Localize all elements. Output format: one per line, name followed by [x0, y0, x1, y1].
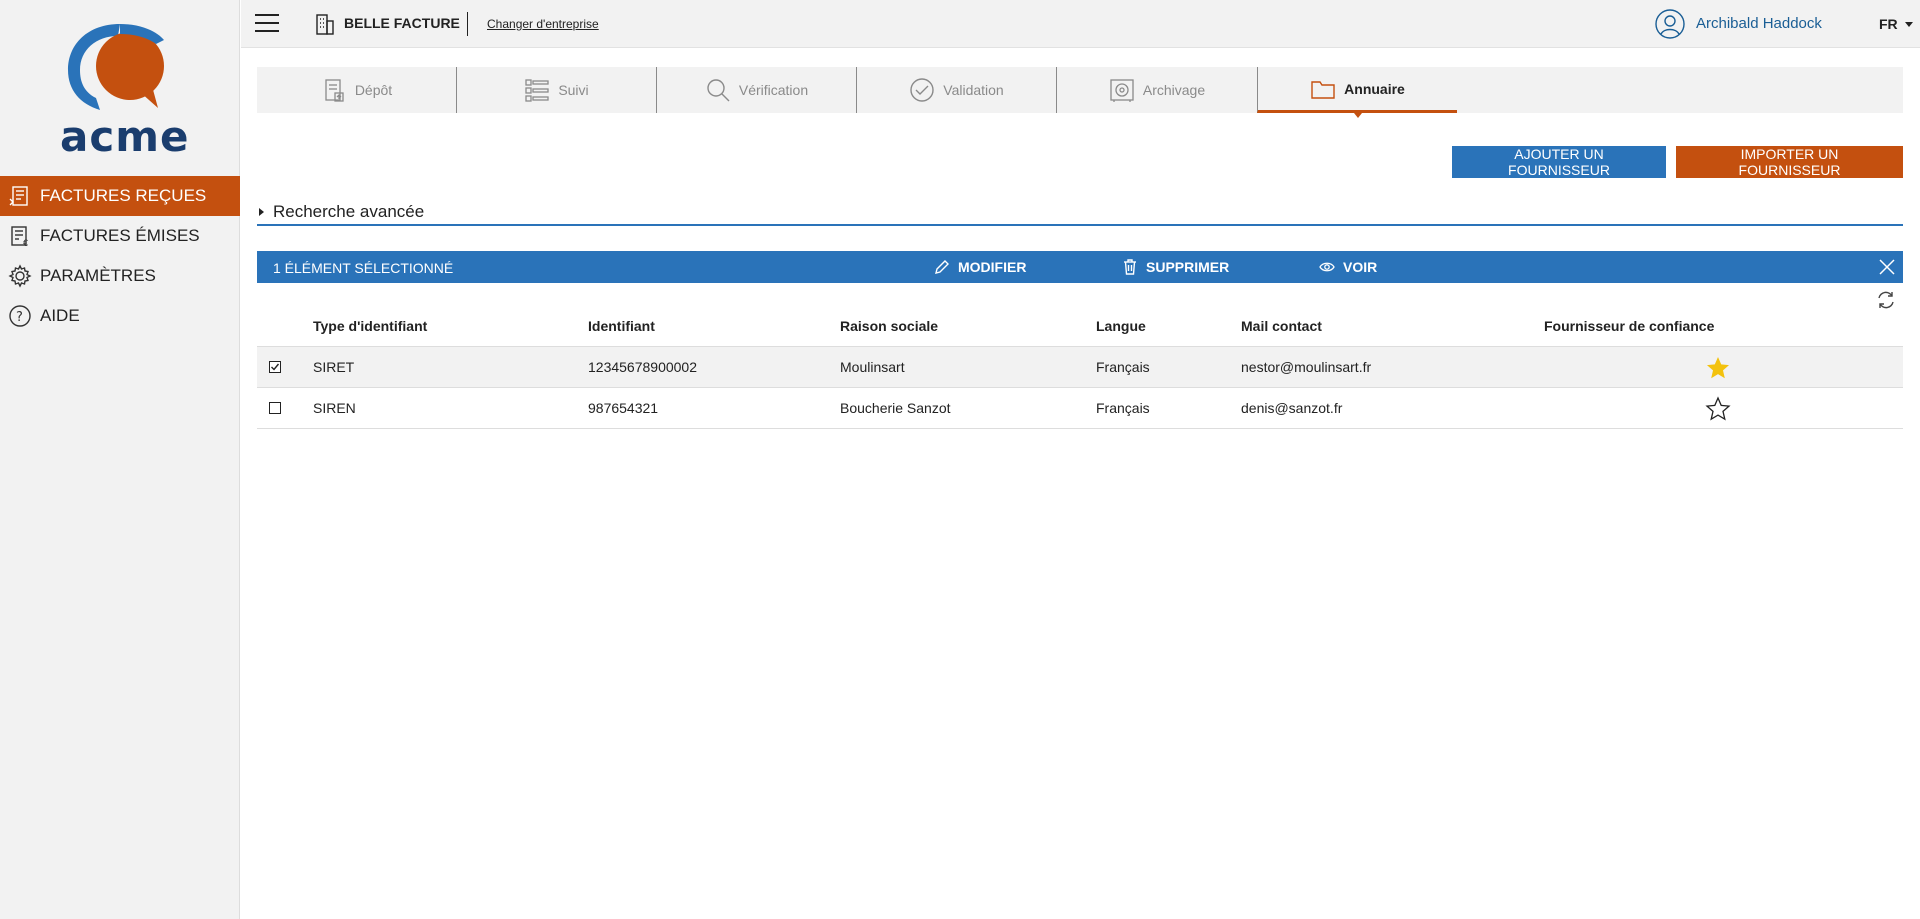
sidebar-item-label: AIDE [40, 306, 80, 325]
advanced-search-label: Recherche avancée [273, 202, 425, 221]
pencil-icon [934, 259, 950, 275]
star-outline-icon[interactable] [1705, 396, 1731, 422]
magnifier-icon [705, 77, 731, 103]
add-supplier-button[interactable]: AJOUTER UN FOURNISSEUR [1452, 146, 1666, 178]
cell-identifier: 12345678900002 [588, 359, 698, 375]
edit-label: MODIFIER [958, 259, 1027, 275]
invoice-received-icon [8, 184, 32, 208]
column-header[interactable]: Type d'identifiant [313, 318, 427, 334]
tab-bar: Dépôt Suivi Vérification Validation Arch… [257, 67, 1903, 118]
cell-mail: nestor@moulinsart.fr [1241, 359, 1372, 375]
cell-language: Français [1096, 359, 1150, 375]
tab-verification[interactable]: Vérification [657, 67, 857, 113]
sidebar: acme FACTURES REÇUES € FACTURES ÉMISES P… [0, 0, 240, 919]
cell-mail: denis@sanzot.fr [1241, 400, 1343, 416]
column-header[interactable]: Raison sociale [840, 318, 938, 334]
language-selector[interactable]: FR [1879, 16, 1898, 32]
column-header[interactable]: Mail contact [1241, 318, 1322, 334]
selection-count: 1 ÉLÉMENT SÉLECTIONNÉ [273, 260, 454, 276]
sidebar-item-label: PARAMÈTRES [40, 266, 156, 285]
caret-right-icon [259, 208, 264, 216]
top-bar: BELLE FACTURE Changer d'entreprise Archi… [241, 0, 1920, 48]
advanced-search-toggle[interactable]: Recherche avancée [257, 202, 1903, 226]
star-filled-icon[interactable] [1705, 355, 1731, 381]
tab-suivi[interactable]: Suivi [457, 67, 657, 113]
acme-logo: acme [60, 20, 190, 161]
cell-company-name: Moulinsart [840, 359, 905, 375]
tab-validation[interactable]: Validation [857, 67, 1057, 113]
cell-company-name: Boucherie Sanzot [840, 400, 951, 416]
sidebar-item-parametres[interactable]: PARAMÈTRES [0, 256, 240, 296]
menu-icon[interactable] [255, 14, 279, 34]
sidebar-item-factures-emises[interactable]: € FACTURES ÉMISES [0, 216, 240, 256]
table-row[interactable]: SIRET 12345678900002 Moulinsart Français… [257, 347, 1903, 388]
delete-label: SUPPRIMER [1146, 259, 1230, 275]
tab-archivage[interactable]: Archivage [1057, 67, 1257, 113]
building-icon [313, 12, 337, 36]
tab-label: Vérification [738, 82, 809, 98]
trash-icon [1122, 259, 1138, 275]
user-name[interactable]: Archibald Haddock [1696, 15, 1822, 32]
divider [467, 12, 468, 36]
view-label: VOIR [1343, 259, 1378, 275]
tab-label: Suivi [558, 82, 589, 98]
tab-label: Annuaire [1344, 80, 1405, 97]
column-header[interactable]: Langue [1096, 318, 1146, 334]
column-header[interactable]: Identifiant [588, 318, 655, 334]
svg-text:€: € [23, 238, 28, 247]
tab-label: Archivage [1142, 82, 1206, 98]
cell-type: SIRET [313, 359, 355, 375]
table-header: Type d'identifiant Identifiant Raison so… [257, 307, 1903, 347]
list-tracking-icon [524, 77, 550, 103]
sidebar-nav: FACTURES REÇUES € FACTURES ÉMISES PARAMÈ… [0, 176, 240, 336]
company-name: BELLE FACTURE [344, 15, 460, 31]
user-avatar-icon[interactable] [1655, 9, 1685, 39]
row-checkbox[interactable] [269, 361, 281, 373]
change-company-link[interactable]: Changer d'entreprise [487, 17, 599, 31]
import-supplier-button[interactable]: IMPORTER UN FOURNISSEUR [1676, 146, 1903, 178]
view-button[interactable]: VOIR [1319, 259, 1377, 275]
sidebar-item-factures-recues[interactable]: FACTURES REÇUES [0, 176, 240, 216]
folder-icon [1310, 76, 1336, 102]
column-header[interactable]: Fournisseur de confiance [1544, 318, 1714, 334]
cell-language: Français [1096, 400, 1150, 416]
edit-button[interactable]: MODIFIER [934, 259, 1026, 275]
caret-down-icon[interactable] [1905, 22, 1913, 27]
sidebar-item-label: FACTURES ÉMISES [40, 226, 200, 245]
chat-bubble-logo-icon [68, 24, 164, 110]
check-circle-icon [909, 77, 935, 103]
eye-icon [1319, 259, 1335, 275]
tab-annuaire[interactable]: Annuaire [1257, 67, 1457, 118]
sidebar-item-label: FACTURES REÇUES [40, 186, 207, 205]
cell-type: SIREN [313, 400, 356, 416]
gear-icon [8, 264, 32, 288]
invoice-issued-icon: € [8, 224, 32, 248]
safe-icon [1109, 77, 1135, 103]
cell-identifier: 987654321 [588, 400, 659, 416]
supplier-table: Type d'identifiant Identifiant Raison so… [257, 307, 1903, 429]
help-icon: ? [8, 304, 32, 328]
tab-label: Dépôt [354, 82, 393, 98]
sidebar-item-aide[interactable]: ? AIDE [0, 296, 240, 336]
tab-label: Validation [943, 82, 1004, 98]
row-checkbox[interactable] [269, 402, 281, 414]
tab-depot[interactable]: Dépôt [257, 67, 457, 113]
delete-button[interactable]: SUPPRIMER [1122, 259, 1229, 275]
upload-document-icon [321, 77, 347, 103]
close-icon[interactable] [1879, 259, 1895, 275]
logo-text: acme [60, 112, 190, 161]
selection-bar: 1 ÉLÉMENT SÉLECTIONNÉ MODIFIER SUPPRIMER… [257, 251, 1903, 283]
svg-text:?: ? [16, 310, 23, 325]
table-row[interactable]: SIREN 987654321 Boucherie Sanzot Françai… [257, 388, 1903, 429]
